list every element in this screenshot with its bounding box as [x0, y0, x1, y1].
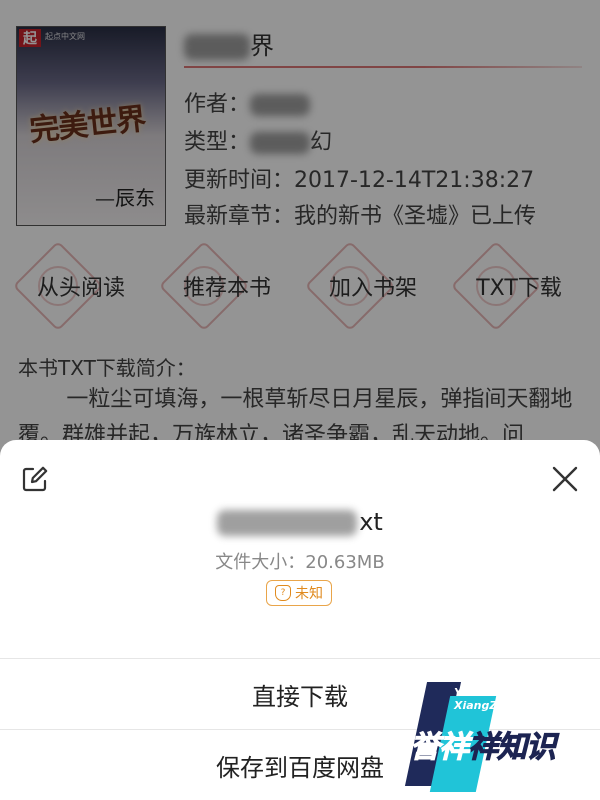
- file-size: 文件大小：20.63MB: [215, 552, 385, 573]
- file-name: xt: [0, 508, 600, 536]
- watermark-char-1: 誉: [410, 730, 441, 766]
- edit-icon[interactable]: [20, 464, 50, 494]
- watermark-logo: YuXiang XiangZhiShi 誉祥祥知识: [404, 682, 580, 794]
- safety-status-label: 未知: [295, 586, 323, 602]
- watermark-latin: YuXiang XiangZhiShi: [454, 686, 528, 712]
- watermark-latin-2: XiangZhiShi: [454, 699, 529, 712]
- redacted-file-name: [217, 510, 358, 536]
- watermark-char-3: 祥知识: [468, 730, 557, 766]
- close-icon[interactable]: [548, 462, 582, 496]
- watermark-char-2: 祥: [439, 730, 470, 766]
- watermark-latin-1: YuXiang: [454, 686, 504, 699]
- shield-question-icon: ?: [275, 585, 291, 601]
- file-extension: xt: [359, 508, 383, 536]
- save-to-baidu-pan-label: 保存到百度网盘: [216, 753, 384, 782]
- safety-status-badge: ? 未知: [266, 580, 332, 606]
- direct-download-label: 直接下载: [252, 682, 348, 711]
- watermark-text: 誉祥祥知识: [410, 722, 557, 766]
